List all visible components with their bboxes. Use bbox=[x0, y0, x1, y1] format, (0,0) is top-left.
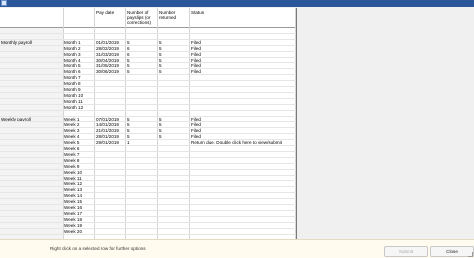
row-divider bbox=[0, 109, 296, 111]
returns-grid[interactable]: Pay date Number of payslips (or correcti… bbox=[0, 8, 297, 239]
header-status[interactable]: Status bbox=[191, 10, 204, 15]
footer-bar: Right click on a selected row for furthe… bbox=[0, 239, 474, 258]
submit-button[interactable]: Submit bbox=[384, 246, 428, 257]
row-divider bbox=[0, 32, 296, 34]
grid-body: Pay date Number of payslips (or correcti… bbox=[0, 8, 296, 239]
header-number-of-payslips[interactable]: Number of payslips (or corrections) bbox=[127, 10, 157, 26]
header-pay-date[interactable]: Pay date bbox=[96, 10, 114, 15]
header-number-returned[interactable]: Number returned bbox=[159, 10, 187, 20]
row-divider bbox=[0, 233, 296, 235]
grid-header: Pay date Number of payslips (or correcti… bbox=[0, 8, 296, 28]
title-bar bbox=[0, 0, 474, 7]
footer-hint: Right click on a selected row for furthe… bbox=[50, 246, 146, 251]
app-icon[interactable] bbox=[1, 0, 7, 6]
resize-grip-icon[interactable] bbox=[468, 252, 473, 257]
